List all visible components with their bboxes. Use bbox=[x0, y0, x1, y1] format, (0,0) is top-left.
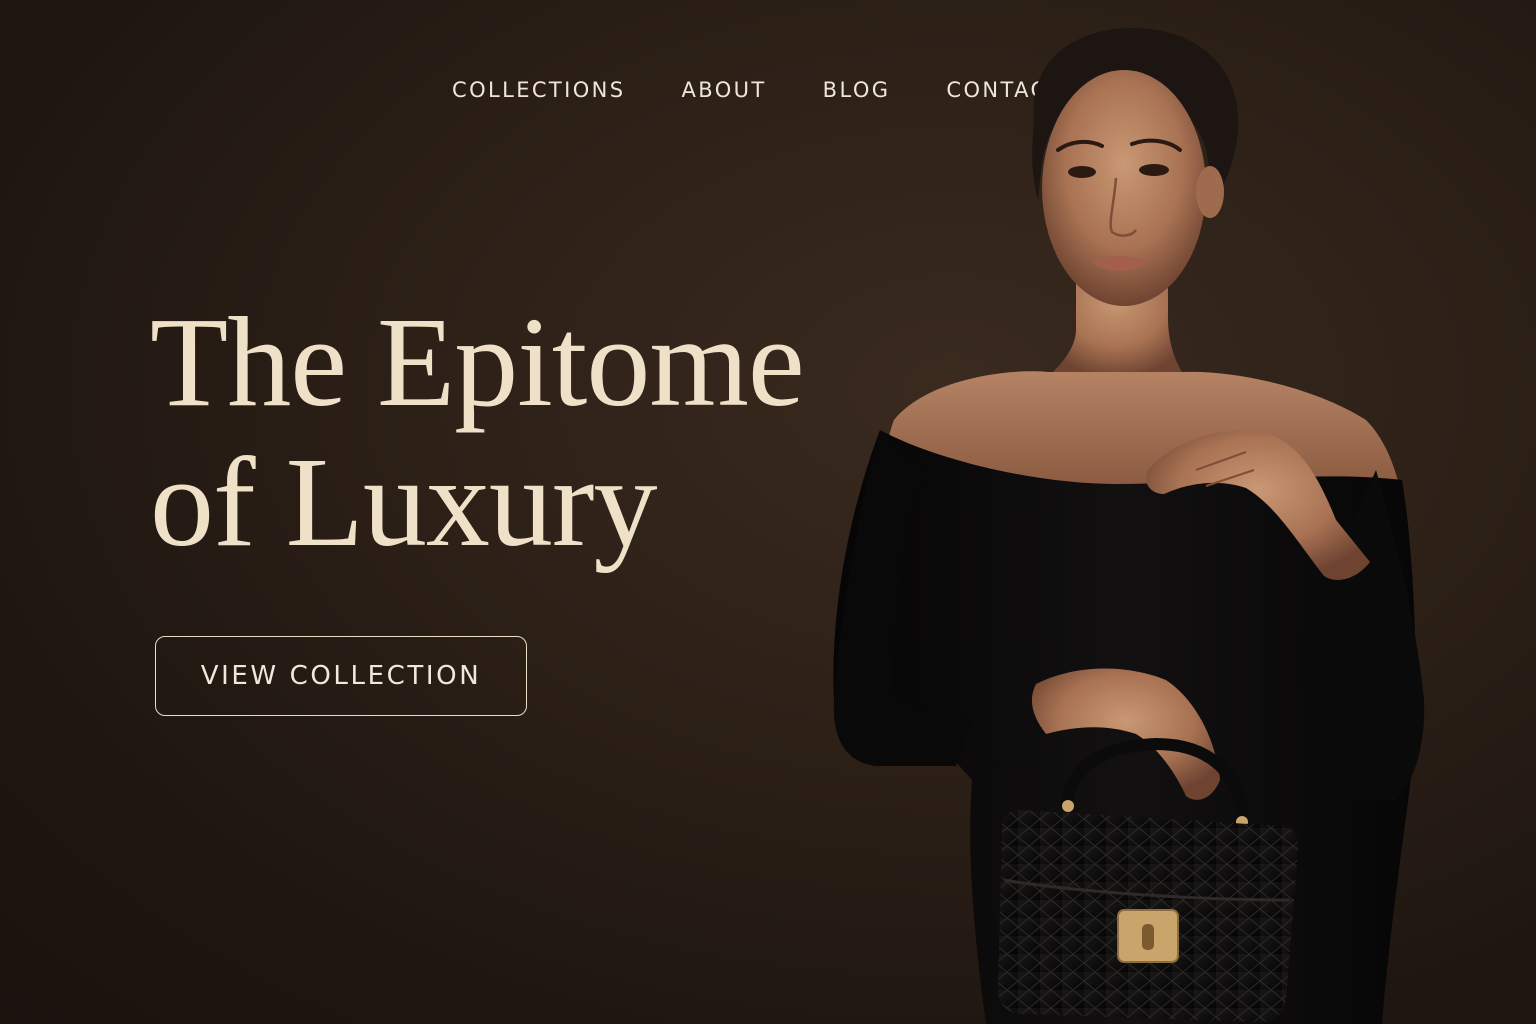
nav-item-collections[interactable]: COLLECTIONS bbox=[452, 74, 626, 106]
hero-title: The Epitome of Luxury bbox=[150, 291, 805, 573]
nav-item-about[interactable]: ABOUT bbox=[682, 74, 767, 106]
hero-title-line-2: of Luxury bbox=[150, 431, 657, 573]
hero-model-image bbox=[776, 0, 1536, 1024]
view-collection-button[interactable]: VIEW COLLECTION bbox=[155, 636, 527, 716]
hero-title-line-1: The Epitome bbox=[150, 291, 805, 433]
